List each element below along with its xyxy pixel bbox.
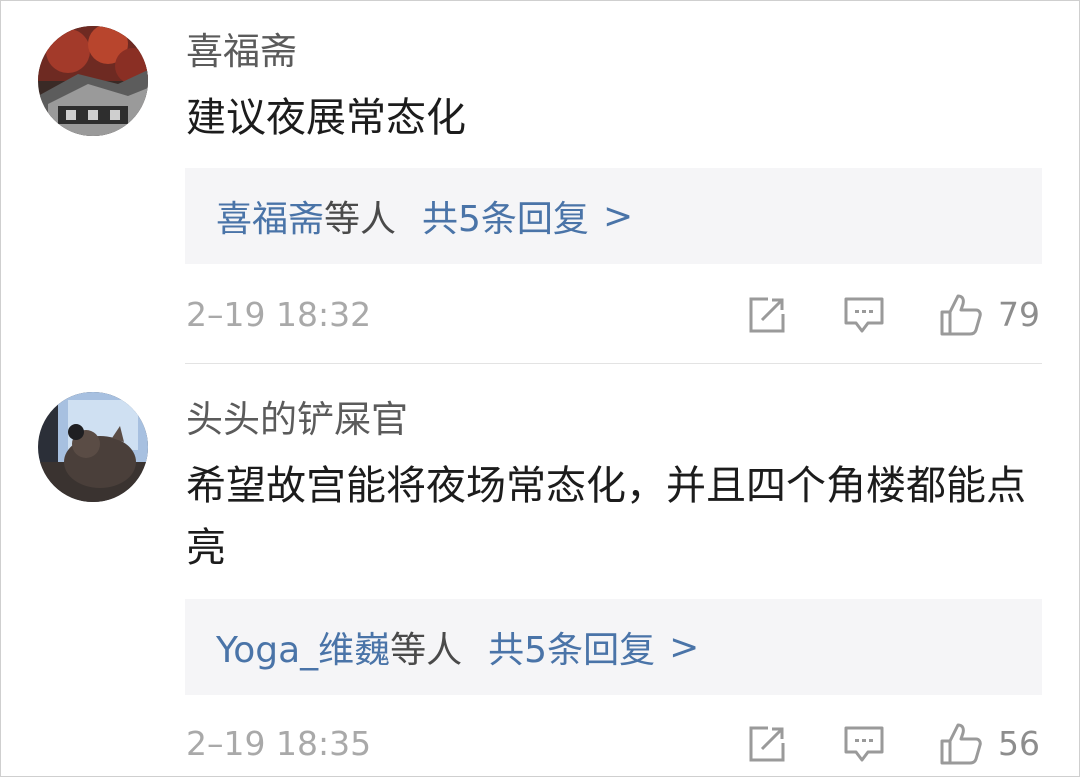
avatar-image — [38, 392, 148, 502]
comment-username[interactable]: 头头的铲屎官 — [186, 398, 408, 442]
share-button[interactable] — [746, 719, 788, 769]
thumbs-up-icon — [940, 723, 982, 765]
reply-button[interactable] — [842, 719, 886, 769]
reply-button[interactable] — [842, 290, 886, 340]
reply-suffix: 等人 — [390, 630, 463, 671]
avatar[interactable] — [38, 26, 148, 136]
chevron-right-icon: > — [669, 626, 700, 668]
avatar[interactable] — [38, 392, 148, 502]
reply-count-link[interactable]: 共5条回复 — [422, 190, 589, 242]
comment-timestamp: 2–19 18:32 — [186, 295, 372, 334]
reply-suffix: 等人 — [324, 199, 397, 240]
comment-text: 希望故宫能将夜场常态化，并且四个角楼都能点亮 — [186, 463, 1026, 571]
chevron-right-icon: > — [602, 195, 634, 237]
comment-timestamp: 2–19 18:35 — [186, 724, 372, 763]
comment-meta: 2–19 18:32 79 — [186, 290, 1042, 340]
like-count: 56 — [998, 724, 1040, 763]
replies-summary[interactable]: Yoga_维巍 等人 共5条回复 > — [185, 599, 1042, 695]
comment-text: 建议夜展常态化 — [186, 95, 466, 141]
like-button[interactable]: 79 — [938, 290, 1040, 340]
comment-username[interactable]: 喜福斋 — [186, 30, 297, 74]
comment-icon — [844, 297, 884, 333]
thumbs-up-icon — [940, 294, 982, 336]
share-icon — [749, 726, 785, 762]
like-button[interactable]: 56 — [938, 719, 1040, 769]
like-count: 79 — [998, 295, 1040, 334]
share-icon — [749, 297, 785, 333]
comment-divider — [185, 363, 1042, 364]
reply-usernames[interactable]: Yoga_维巍 — [216, 621, 390, 673]
reply-usernames[interactable]: 喜福斋 — [216, 190, 324, 242]
replies-summary[interactable]: 喜福斋 等人 共5条回复 > — [185, 168, 1042, 264]
reply-count-link[interactable]: 共5条回复 — [488, 621, 655, 673]
avatar-image — [38, 26, 148, 136]
share-button[interactable] — [746, 290, 788, 340]
comment-icon — [844, 726, 884, 762]
comment-meta: 2–19 18:35 56 — [186, 719, 1042, 769]
